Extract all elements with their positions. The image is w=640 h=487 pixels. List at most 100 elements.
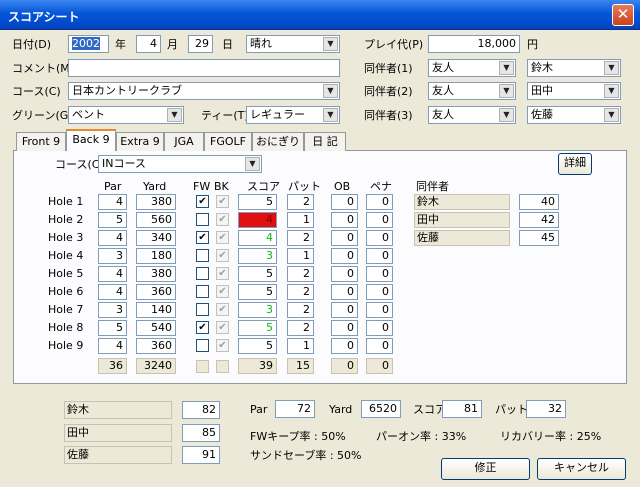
cancel-button[interactable]: キャンセル <box>537 458 626 480</box>
companion-2-name[interactable]: 田中 ▼ <box>527 82 621 100</box>
hole-par[interactable]: 5 <box>98 320 127 336</box>
hole-penalty[interactable]: 0 <box>366 248 393 264</box>
green-label: グリーン(G) <box>12 109 73 122</box>
hole-penalty[interactable]: 0 <box>366 320 393 336</box>
chevron-down-icon: ▼ <box>604 108 619 122</box>
hole-yard[interactable]: 360 <box>136 284 176 300</box>
tee-select[interactable]: レギュラー ▼ <box>246 106 340 124</box>
hole-score[interactable]: 5 <box>238 284 277 300</box>
hole-putt[interactable]: 1 <box>287 248 314 264</box>
hole-par[interactable]: 4 <box>98 284 127 300</box>
year-unit: 年 <box>115 38 126 51</box>
fw-checkbox[interactable] <box>196 267 209 280</box>
hole-penalty[interactable]: 0 <box>366 284 393 300</box>
hole-putt[interactable]: 2 <box>287 284 314 300</box>
hole-par[interactable]: 4 <box>98 338 127 354</box>
chevron-down-icon: ▼ <box>499 61 514 75</box>
hole-ob[interactable]: 0 <box>331 230 358 246</box>
companion-score-value[interactable]: 40 <box>519 194 559 210</box>
hole-score[interactable]: 3 <box>238 302 277 318</box>
hole-penalty[interactable]: 0 <box>366 230 393 246</box>
bottom-player-score: 82 <box>182 401 220 419</box>
hole-putt[interactable]: 2 <box>287 302 314 318</box>
hole-yard[interactable]: 380 <box>136 194 176 210</box>
hole-ob[interactable]: 0 <box>331 284 358 300</box>
hole-ob[interactable]: 0 <box>331 248 358 264</box>
fw-checkbox[interactable] <box>196 339 209 352</box>
hole-ob[interactable]: 0 <box>331 302 358 318</box>
hole-yard[interactable]: 540 <box>136 320 176 336</box>
tab-jga[interactable]: JGA <box>164 132 204 151</box>
hole-ob[interactable]: 0 <box>331 266 358 282</box>
hole-score[interactable]: 5 <box>238 266 277 282</box>
hole-putt[interactable]: 1 <box>287 338 314 354</box>
companion-2-relation[interactable]: 友人 ▼ <box>428 82 516 100</box>
fw-checkbox[interactable]: ✔ <box>196 195 209 208</box>
hole-score[interactable]: 4 <box>238 230 277 246</box>
hole-score[interactable]: 5 <box>238 194 277 210</box>
hole-par[interactable]: 3 <box>98 302 127 318</box>
companion-1-name[interactable]: 鈴木 ▼ <box>527 59 621 77</box>
hole-par[interactable]: 5 <box>98 212 127 228</box>
hole-score[interactable]: 3 <box>238 248 277 264</box>
day-input[interactable]: 29 <box>188 35 213 53</box>
hole-yard[interactable]: 180 <box>136 248 176 264</box>
tab-fgolf[interactable]: FGOLF <box>204 132 252 151</box>
tab-onigiri[interactable]: おにぎり <box>252 132 304 151</box>
edit-button[interactable]: 修正 <box>441 458 530 480</box>
hole-putt[interactable]: 2 <box>287 230 314 246</box>
bottom-player-score: 85 <box>182 424 220 442</box>
hole-yard[interactable]: 560 <box>136 212 176 228</box>
hole-ob[interactable]: 0 <box>331 194 358 210</box>
hole-penalty[interactable]: 0 <box>366 338 393 354</box>
tab-extra-9[interactable]: Extra 9 <box>116 132 164 151</box>
panel-course-select[interactable]: INコース ▼ <box>98 155 262 173</box>
fw-checkbox[interactable] <box>196 285 209 298</box>
tab-diary[interactable]: 日 記 <box>304 132 346 151</box>
tab-back-9[interactable]: Back 9 <box>66 129 116 151</box>
hole-putt[interactable]: 2 <box>287 266 314 282</box>
close-button[interactable]: ✕ <box>612 4 634 26</box>
fw-checkbox[interactable] <box>196 303 209 316</box>
hole-ob[interactable]: 0 <box>331 212 358 228</box>
hole-penalty[interactable]: 0 <box>366 302 393 318</box>
hole-yard[interactable]: 340 <box>136 230 176 246</box>
hole-par[interactable]: 4 <box>98 266 127 282</box>
companion-score-value[interactable]: 45 <box>519 230 559 246</box>
month-input[interactable]: 4 <box>136 35 161 53</box>
fw-checkbox[interactable] <box>196 213 209 226</box>
hole-penalty[interactable]: 0 <box>366 194 393 210</box>
round-par: 72 <box>275 400 315 418</box>
hole-penalty[interactable]: 0 <box>366 212 393 228</box>
hole-yard[interactable]: 140 <box>136 302 176 318</box>
fw-checkbox[interactable]: ✔ <box>196 321 209 334</box>
hole-putt[interactable]: 1 <box>287 212 314 228</box>
companion-score-value[interactable]: 42 <box>519 212 559 228</box>
weather-select[interactable]: 晴れ ▼ <box>246 35 340 53</box>
green-select[interactable]: ベント ▼ <box>68 106 184 124</box>
hole-ob[interactable]: 0 <box>331 338 358 354</box>
hole-yard[interactable]: 360 <box>136 338 176 354</box>
hole-yard[interactable]: 380 <box>136 266 176 282</box>
hole-par[interactable]: 3 <box>98 248 127 264</box>
year-input[interactable]: 2002 <box>68 35 109 53</box>
fw-checkbox[interactable]: ✔ <box>196 231 209 244</box>
companion-3-relation[interactable]: 友人 ▼ <box>428 106 516 124</box>
hole-putt[interactable]: 2 <box>287 194 314 210</box>
detail-button[interactable]: 詳細 <box>558 153 592 175</box>
comment-input[interactable] <box>68 59 340 77</box>
hole-par[interactable]: 4 <box>98 194 127 210</box>
companion-3-name[interactable]: 佐藤 ▼ <box>527 106 621 124</box>
hole-score[interactable]: 4 <box>238 212 277 228</box>
hole-score[interactable]: 5 <box>238 320 277 336</box>
hole-score[interactable]: 5 <box>238 338 277 354</box>
companion-1-relation[interactable]: 友人 ▼ <box>428 59 516 77</box>
hole-penalty[interactable]: 0 <box>366 266 393 282</box>
hole-ob[interactable]: 0 <box>331 320 358 336</box>
hole-putt[interactable]: 2 <box>287 320 314 336</box>
fw-checkbox[interactable] <box>196 249 209 262</box>
hole-par[interactable]: 4 <box>98 230 127 246</box>
course-select[interactable]: 日本カントリークラブ ▼ <box>68 82 340 100</box>
fee-input[interactable]: 18,000 <box>428 35 520 53</box>
tab-front-9[interactable]: Front 9 <box>16 132 66 151</box>
